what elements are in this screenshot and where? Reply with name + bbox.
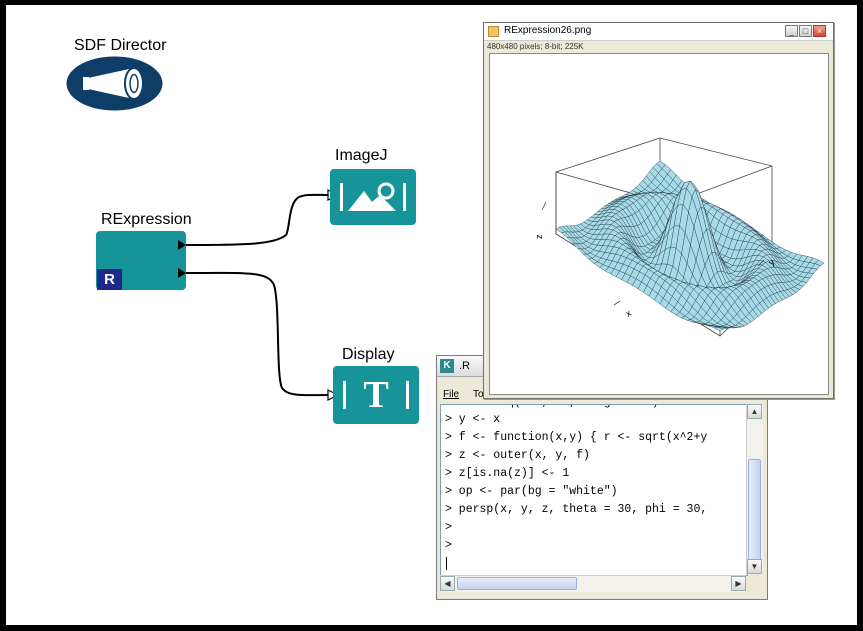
imagej-window[interactable]: RExpression26.png _ □ × 480x480 pixels; … [483, 22, 834, 399]
scroll-left-icon[interactable]: ◀ [440, 576, 455, 591]
x-axis-label: x [624, 308, 633, 319]
image-icon [340, 182, 406, 211]
code-line: > op <- par(bg = "white") [445, 485, 618, 498]
output-port-2[interactable] [178, 268, 186, 278]
code-line: > [445, 521, 452, 534]
code-line: > [445, 539, 452, 552]
hscroll-thumb[interactable] [457, 577, 577, 590]
scroll-right-icon[interactable]: ▶ [731, 576, 746, 591]
imagej-actor[interactable] [330, 169, 416, 225]
image-window-title: RExpression26.png [504, 25, 592, 36]
image-file-icon [488, 26, 499, 37]
scroll-thumb[interactable] [748, 459, 761, 564]
text-icon: T [363, 374, 389, 416]
director-label: SDF Director [74, 37, 167, 54]
code-line: > persp(x, y, z, theta = 30, phi = 30, [445, 503, 708, 516]
rexpression-actor[interactable]: R [96, 231, 186, 290]
menu-tools[interactable]: To [473, 389, 484, 400]
vertical-scrollbar[interactable]: ▲ ▼ [746, 404, 763, 574]
console-title: .R [459, 360, 470, 372]
z-axis-label: z [534, 234, 544, 239]
r-badge: R [97, 269, 122, 290]
scroll-up-icon[interactable]: ▲ [747, 404, 762, 419]
horizontal-scrollbar[interactable]: ◀ ▶ [440, 575, 746, 592]
workflow-canvas[interactable]: SDF Director RExpression R ImageJ Displa… [6, 5, 857, 625]
image-info: 480x480 pixels; 8-bit; 225K [487, 42, 584, 51]
display-actor[interactable]: T [333, 366, 419, 424]
surface-plot-image: z x y [534, 137, 825, 337]
persp-plot[interactable]: z x y [489, 53, 829, 395]
menu-file[interactable]: File [443, 389, 459, 400]
close-button[interactable]: × [813, 25, 826, 37]
rexpression-label: RExpression [101, 211, 192, 228]
k-app-icon: K [440, 359, 454, 373]
text-cursor [446, 557, 447, 570]
image-window-titlebar[interactable]: RExpression26.png _ □ × [484, 23, 833, 41]
maximize-button[interactable]: □ [799, 25, 812, 37]
code-line: > z[is.na(z)] <- 1 [445, 467, 570, 480]
output-port-1[interactable] [178, 240, 186, 250]
display-label: Display [342, 346, 395, 363]
scroll-down-icon[interactable]: ▼ [747, 559, 762, 574]
code-line: > y <- x [445, 413, 501, 426]
console-output[interactable]: > x <- seq(-10, 10, length= 30) > y <- x… [440, 404, 748, 576]
minimize-button[interactable]: _ [785, 25, 798, 37]
imagej-label: ImageJ [335, 147, 388, 164]
code-line-clipped: > x <- seq(-10, 10, length= 30) [445, 405, 659, 409]
code-line: > f <- function(x,y) { r <- sqrt(x^2+y [445, 431, 708, 444]
sdf-director-icon[interactable] [66, 56, 163, 111]
code-line: > z <- outer(x, y, f) [445, 449, 590, 462]
